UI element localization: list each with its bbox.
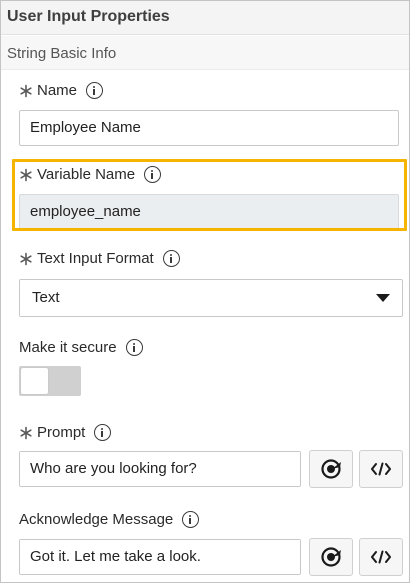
prompt-code-button[interactable]	[359, 450, 403, 488]
info-icon[interactable]	[144, 166, 162, 183]
variable-name-field: employee_name	[19, 194, 399, 230]
caret-down-icon	[376, 294, 390, 302]
prompt-label: Prompt	[37, 424, 86, 441]
user-input-properties-panel: User Input Properties String Basic Info …	[0, 0, 410, 583]
panel-header: User Input Properties	[1, 1, 409, 35]
info-icon[interactable]	[162, 250, 180, 267]
name-input[interactable]: Employee Name	[19, 110, 399, 146]
asterisk-icon	[20, 426, 32, 439]
text-input-format-value: Text	[32, 289, 60, 306]
acknowledge-message-label: Acknowledge Message	[19, 511, 174, 528]
text-input-format-label-row: Text Input Format	[19, 250, 180, 267]
info-icon[interactable]	[125, 339, 143, 356]
acknowledge-target-button[interactable]	[309, 538, 353, 576]
make-it-secure-label-row: Make it secure	[19, 339, 143, 356]
make-it-secure-label: Make it secure	[19, 339, 117, 356]
asterisk-icon	[20, 168, 32, 181]
info-icon[interactable]	[182, 511, 200, 528]
text-input-format-label: Text Input Format	[37, 250, 154, 267]
prompt-input[interactable]: Who are you looking for?	[19, 451, 301, 487]
text-input-format-select[interactable]: Text	[19, 279, 403, 317]
asterisk-icon	[20, 84, 32, 97]
info-icon[interactable]	[94, 424, 112, 441]
acknowledge-message-label-row: Acknowledge Message	[19, 511, 200, 528]
name-label: Name	[37, 82, 78, 99]
variable-name-label: Variable Name	[37, 166, 136, 183]
toggle-knob	[21, 368, 48, 394]
acknowledge-code-button[interactable]	[359, 538, 403, 576]
asterisk-icon	[20, 252, 32, 265]
variable-name-label-row: Variable Name	[19, 166, 162, 183]
code-icon	[371, 550, 391, 564]
acknowledge-message-input[interactable]: Got it. Let me take a look.	[19, 539, 301, 575]
code-icon	[371, 462, 391, 476]
target-icon	[321, 547, 341, 567]
secure-toggle[interactable]	[19, 366, 81, 396]
prompt-target-button[interactable]	[309, 450, 353, 488]
section-title: String Basic Info	[7, 45, 117, 62]
panel-title: User Input Properties	[7, 8, 170, 25]
name-label-row: Name	[19, 82, 104, 99]
info-icon[interactable]	[86, 82, 104, 99]
section-header[interactable]: String Basic Info	[1, 36, 409, 70]
prompt-label-row: Prompt	[19, 424, 112, 441]
target-icon	[321, 459, 341, 479]
